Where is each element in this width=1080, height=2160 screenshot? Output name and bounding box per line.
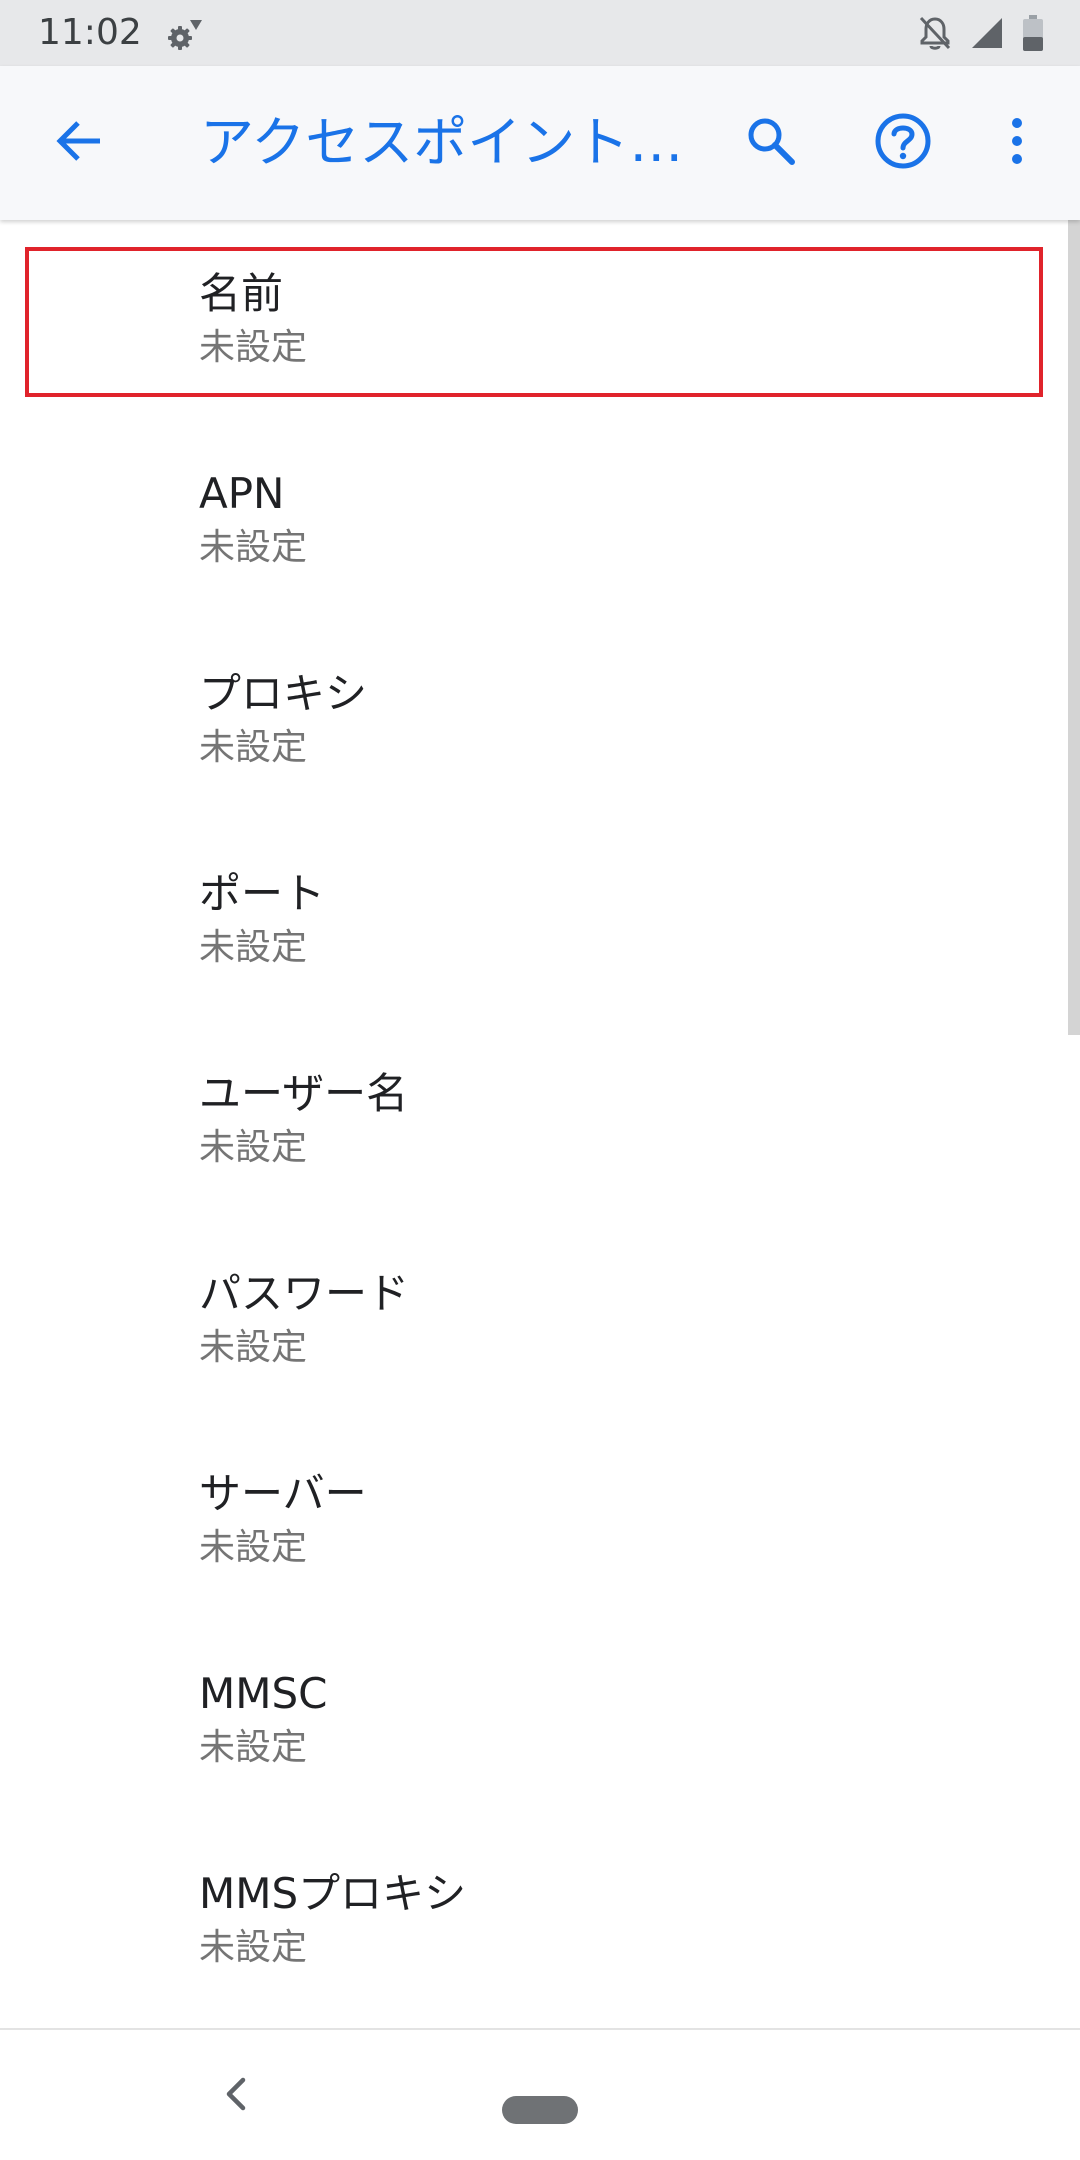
app-bar: アクセスポイント…: [0, 66, 1080, 220]
list-item-port[interactable]: ポート 未設定: [0, 820, 1080, 1020]
notifications-off-icon: [918, 15, 952, 51]
item-summary: 未設定: [199, 1927, 308, 1968]
item-summary: 未設定: [199, 327, 308, 368]
item-title: ユーザー名: [199, 1069, 409, 1118]
item-title: ポート: [199, 869, 326, 918]
nav-back-icon: [221, 2074, 251, 2118]
item-summary: 未設定: [199, 927, 308, 968]
list-item-mms-proxy[interactable]: MMSプロキシ 未設定: [0, 1820, 1080, 2020]
more-vert-icon: [1009, 115, 1025, 171]
item-summary: 未設定: [199, 727, 308, 768]
item-summary: 未設定: [199, 1527, 308, 1568]
list-item-username[interactable]: ユーザー名 未設定: [0, 1020, 1080, 1220]
item-summary: 未設定: [199, 527, 308, 568]
status-icons: [918, 13, 1044, 53]
apn-settings-list: 名前 未設定 APN 未設定 プロキシ 未設定 ポート 未設定 ユーザー名 未設…: [0, 220, 1080, 2020]
item-title: パスワード: [199, 1269, 410, 1318]
item-title: MMSC: [199, 1669, 328, 1718]
search-icon: [744, 114, 798, 172]
nav-home-pill-icon[interactable]: [502, 2096, 578, 2124]
item-title: プロキシ: [199, 669, 368, 718]
status-bar: 11:02: [0, 0, 1080, 66]
navigation-bar: [0, 2028, 1080, 2160]
item-summary: 未設定: [199, 1727, 308, 1768]
list-item-password[interactable]: パスワード 未設定: [0, 1220, 1080, 1420]
item-title: 名前: [199, 269, 284, 318]
more-options-button[interactable]: [976, 100, 1058, 186]
list-item-apn[interactable]: APN 未設定: [0, 420, 1080, 620]
back-button[interactable]: [36, 100, 122, 186]
cell-signal-icon: [970, 16, 1004, 50]
page-title: アクセスポイント…: [200, 111, 680, 174]
list-item-proxy[interactable]: プロキシ 未設定: [0, 620, 1080, 820]
item-summary: 未設定: [199, 1127, 308, 1168]
item-title: サーバー: [199, 1469, 367, 1518]
settings-gear-icon: [166, 14, 206, 54]
search-button[interactable]: [728, 100, 814, 186]
list-item-server[interactable]: サーバー 未設定: [0, 1420, 1080, 1620]
item-summary: 未設定: [199, 1327, 308, 1368]
item-title: APN: [199, 469, 285, 518]
battery-icon: [1022, 15, 1044, 51]
list-item-name[interactable]: 名前 未設定: [0, 220, 1080, 420]
scrollbar[interactable]: [1068, 220, 1080, 1035]
help-icon: [874, 112, 932, 174]
arrow-back-icon: [52, 114, 106, 172]
list-item-mmsc[interactable]: MMSC 未設定: [0, 1620, 1080, 1820]
item-title: MMSプロキシ: [199, 1869, 467, 1918]
help-button[interactable]: [860, 100, 946, 186]
status-time: 11:02: [38, 12, 142, 53]
nav-back-button[interactable]: [210, 2070, 262, 2122]
